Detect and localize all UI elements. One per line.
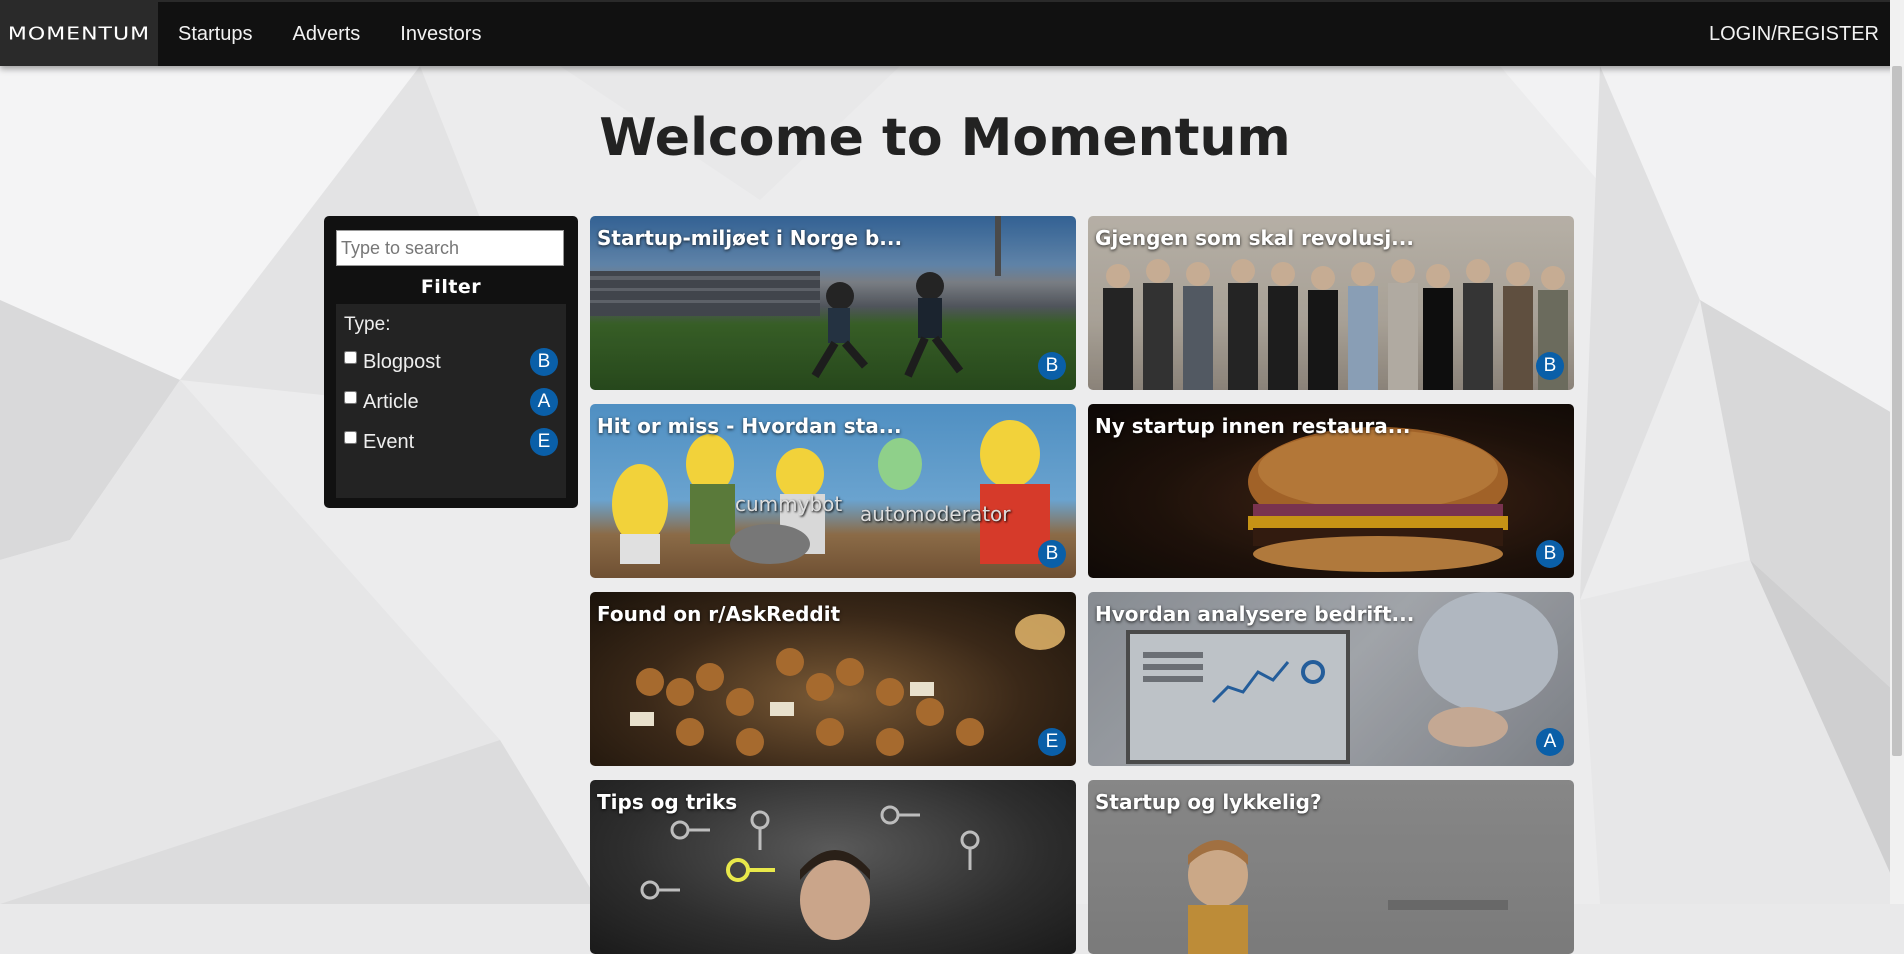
page-title: Welcome to Momentum — [599, 108, 1291, 168]
top-navbar: MOMENTUM Startups Adverts Investors LOGI… — [0, 0, 1904, 66]
post-card[interactable]: cummybot automoderator Hit or miss - Hvo… — [590, 404, 1076, 578]
article-label[interactable]: Article — [363, 391, 419, 414]
post-card[interactable]: Gjengen som skal revolusj... B — [1088, 216, 1574, 390]
article-badge: A — [530, 388, 558, 416]
page-scrollbar[interactable] — [1890, 0, 1904, 904]
meme-caption-2: automoderator — [860, 502, 1011, 526]
card-type-badge: B — [1536, 352, 1564, 380]
post-card[interactable]: Ny startup innen restaura... B — [1088, 404, 1574, 578]
blogpost-checkbox[interactable] — [344, 350, 357, 364]
post-card[interactable]: Startup-miljøet i Norge b... B — [590, 216, 1076, 390]
card-title: Hit or miss - Hvordan sta... — [597, 414, 902, 438]
filter-options: Type: Blogpost B Article A Event E — [336, 304, 566, 498]
meme-caption-1: cummybot — [735, 492, 843, 516]
card-type-badge: B — [1038, 540, 1066, 568]
event-label[interactable]: Event — [363, 431, 414, 454]
card-type-badge: A — [1536, 728, 1564, 756]
nav-link-startups[interactable]: Startups — [178, 23, 252, 46]
article-checkbox[interactable] — [344, 390, 357, 404]
card-title: Hvordan analysere bedrift... — [1095, 602, 1415, 626]
scrollbar-thumb[interactable] — [1892, 66, 1902, 756]
brand-logo-text: MOMENTUM — [7, 24, 151, 44]
card-title: Startup og lykkelig? — [1095, 790, 1322, 814]
card-title: Ny startup innen restaura... — [1095, 414, 1411, 438]
event-checkbox[interactable] — [344, 430, 357, 444]
blogpost-label[interactable]: Blogpost — [363, 351, 441, 374]
type-label: Type: — [344, 314, 391, 335]
filter-option-blogpost: Blogpost B — [344, 342, 558, 382]
filter-heading: Filter — [420, 276, 482, 298]
card-title: Startup-miljøet i Norge b... — [597, 226, 903, 250]
card-type-badge: B — [1038, 352, 1066, 380]
filter-option-article: Article A — [344, 382, 558, 422]
nav-link-adverts[interactable]: Adverts — [292, 23, 360, 46]
card-title: Gjengen som skal revolusj... — [1095, 226, 1414, 250]
filter-panel: Filter Type: Blogpost B Article A Event … — [324, 216, 578, 508]
event-badge: E — [530, 428, 558, 456]
search-input[interactable] — [336, 230, 564, 266]
filter-option-event: Event E — [344, 422, 558, 462]
login-register-link[interactable]: LOGIN/REGISTER — [1709, 23, 1879, 46]
nav-link-investors[interactable]: Investors — [400, 23, 481, 46]
post-card[interactable]: Startup og lykkelig? — [1088, 780, 1574, 954]
card-title: Tips og triks — [597, 790, 738, 814]
post-card[interactable]: Hvordan analysere bedrift... A — [1088, 592, 1574, 766]
card-type-badge: E — [1038, 728, 1066, 756]
card-type-badge: B — [1536, 540, 1564, 568]
post-card[interactable]: Found on r/AskReddit E — [590, 592, 1076, 766]
brand-logo[interactable]: MOMENTUM — [0, 2, 158, 66]
blogpost-badge: B — [530, 348, 558, 376]
post-card[interactable]: Tips og triks — [590, 780, 1076, 954]
card-title: Found on r/AskReddit — [597, 602, 841, 626]
